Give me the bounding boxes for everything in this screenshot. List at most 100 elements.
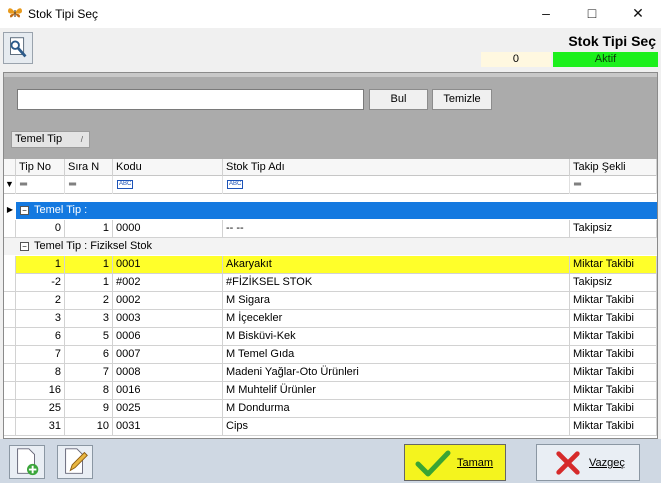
col-stok-tip-adi[interactable]: Stok Tip Adı [223, 159, 570, 176]
col-kodu[interactable]: Kodu [113, 159, 223, 176]
group-label: Temel Tip : Fiziksel Stok [34, 240, 152, 252]
cell-tip-no: 16 [16, 382, 65, 400]
table-row[interactable]: 1 1 0001 Akaryakıt Miktar Takibi [4, 256, 657, 274]
footer-bar: Tamam Vazgeç [0, 439, 661, 483]
cell-stok-tip-adi: Cips [223, 418, 570, 436]
cell-kodu: 0001 [113, 256, 223, 274]
cell-sira-no: 9 [65, 400, 113, 418]
table-row[interactable]: 0 1 0000 -- -- Takipsiz [4, 220, 657, 238]
cell-stok-tip-adi: Akaryakıt [223, 256, 570, 274]
cell-sira-no: 10 [65, 418, 113, 436]
indicator-header [4, 159, 16, 176]
cell-takip-sekli: Miktar Takibi [570, 310, 657, 328]
col-takip-sekli[interactable]: Takip Şekli [570, 159, 657, 176]
filter-takip-sekli[interactable]: ═ [570, 176, 657, 194]
table-row[interactable]: 6 5 0006 M Bisküvi-Kek Miktar Takibi [4, 328, 657, 346]
text-filter-icon: ABC [227, 179, 244, 189]
col-tip-no[interactable]: Tip No [16, 159, 65, 176]
row-indicator-icon: ▶ [4, 202, 16, 219]
cell-takip-sekli: Miktar Takibi [570, 400, 657, 418]
cell-tip-no: -2 [16, 274, 65, 292]
filter-tip-no[interactable]: ═ [16, 176, 65, 194]
edit-record-button[interactable] [57, 445, 93, 479]
table-row[interactable]: 16 8 0016 M Muhtelif Ürünler Miktar Taki… [4, 382, 657, 400]
cell-sira-no: 3 [65, 310, 113, 328]
cell-stok-tip-adi: M Temel Gıda [223, 346, 570, 364]
butterfly-icon [8, 8, 22, 18]
filter-kodu[interactable]: ABC [113, 176, 223, 194]
cell-kodu: 0016 [113, 382, 223, 400]
settings-tool-button[interactable] [3, 32, 33, 64]
group-row[interactable]: ▶ − Temel Tip : [4, 202, 657, 219]
cell-sira-no: 2 [65, 292, 113, 310]
cell-kodu: 0025 [113, 400, 223, 418]
cell-sira-no: 5 [65, 328, 113, 346]
cell-takip-sekli: Takipsiz [570, 220, 657, 238]
cell-stok-tip-adi: M Dondurma [223, 400, 570, 418]
cell-sira-no: 1 [65, 274, 113, 292]
filter-sira-no[interactable]: ═ [65, 176, 113, 194]
cell-takip-sekli: Miktar Takibi [570, 382, 657, 400]
collapse-icon[interactable]: − [20, 242, 29, 251]
cell-takip-sekli: Miktar Takibi [570, 346, 657, 364]
ok-button[interactable]: Tamam [404, 444, 506, 481]
cell-kodu: 0006 [113, 328, 223, 346]
cell-tip-no: 0 [16, 220, 65, 238]
cell-tip-no: 1 [16, 256, 65, 274]
table-row[interactable]: 2 2 0002 M Sigara Miktar Takibi [4, 292, 657, 310]
group-by-chip[interactable]: Temel Tip / [11, 131, 90, 148]
search-input[interactable] [17, 89, 364, 110]
status-badge: Aktif [553, 52, 658, 67]
cell-tip-no: 31 [16, 418, 65, 436]
cell-tip-no: 2 [16, 292, 65, 310]
table-row[interactable]: 3 3 0003 M İçecekler Miktar Takibi [4, 310, 657, 328]
group-row[interactable]: − Temel Tip : Fiziksel Stok [4, 238, 657, 255]
edit-document-icon [65, 448, 88, 474]
cancel-button[interactable]: Vazgeç [536, 444, 640, 481]
cell-sira-no: 7 [65, 364, 113, 382]
cell-stok-tip-adi: M Sigara [223, 292, 570, 310]
cell-tip-no: 25 [16, 400, 65, 418]
collapse-icon[interactable]: − [20, 206, 29, 215]
table-row[interactable]: 8 7 0008 Madeni Yağlar-Oto Ürünleri Mikt… [4, 364, 657, 382]
checkmark-icon [415, 450, 451, 477]
find-panel: Bul Temizle Temel Tip / [4, 73, 657, 159]
minimize-button[interactable]: – [523, 0, 569, 28]
cell-takip-sekli: Miktar Takibi [570, 328, 657, 346]
cell-stok-tip-adi: #FİZİKSEL STOK [223, 274, 570, 292]
cell-takip-sekli: Miktar Takibi [570, 418, 657, 436]
cell-tip-no: 8 [16, 364, 65, 382]
clear-button[interactable]: Temizle [432, 89, 492, 110]
cell-takip-sekli: Miktar Takibi [570, 292, 657, 310]
cell-sira-no: 1 [65, 256, 113, 274]
cell-kodu: 0008 [113, 364, 223, 382]
cell-kodu: #002 [113, 274, 223, 292]
cell-takip-sekli: Miktar Takibi [570, 256, 657, 274]
table-row[interactable]: 31 10 0031 Cips Miktar Takibi [4, 418, 657, 436]
new-record-button[interactable] [9, 445, 45, 479]
maximize-button[interactable]: □ [569, 0, 615, 28]
cell-stok-tip-adi: -- -- [223, 220, 570, 238]
cell-kodu: 0000 [113, 220, 223, 238]
cell-kodu: 0007 [113, 346, 223, 364]
window-title: Stok Tipi Seç [28, 7, 99, 21]
cell-kodu: 0003 [113, 310, 223, 328]
table-row[interactable]: -2 1 #002 #FİZİKSEL STOK Takipsiz [4, 274, 657, 292]
filter-funnel-icon[interactable]: ▼ [4, 176, 16, 194]
filter-stok-tip-adi[interactable]: ABC [223, 176, 570, 194]
close-button[interactable]: ✕ [615, 0, 661, 28]
add-document-icon [17, 448, 39, 476]
cell-takip-sekli: Miktar Takibi [570, 364, 657, 382]
col-sira-no[interactable]: Sıra N [65, 159, 113, 176]
cell-kodu: 0002 [113, 292, 223, 310]
sort-indicator: / [80, 135, 83, 144]
group-label: Temel Tip : [34, 204, 88, 216]
cell-sira-no: 8 [65, 382, 113, 400]
find-button[interactable]: Bul [369, 89, 428, 110]
ok-button-label: Tamam [457, 457, 494, 469]
table-row[interactable]: 25 9 0025 M Dondurma Miktar Takibi [4, 400, 657, 418]
auto-filter-row: ▼ ═ ═ ABC ABC ═ [4, 176, 657, 194]
table-row[interactable]: 7 6 0007 M Temel Gıda Miktar Takibi [4, 346, 657, 364]
cell-stok-tip-adi: M Muhtelif Ürünler [223, 382, 570, 400]
cancel-button-label: Vazgeç [589, 457, 625, 469]
